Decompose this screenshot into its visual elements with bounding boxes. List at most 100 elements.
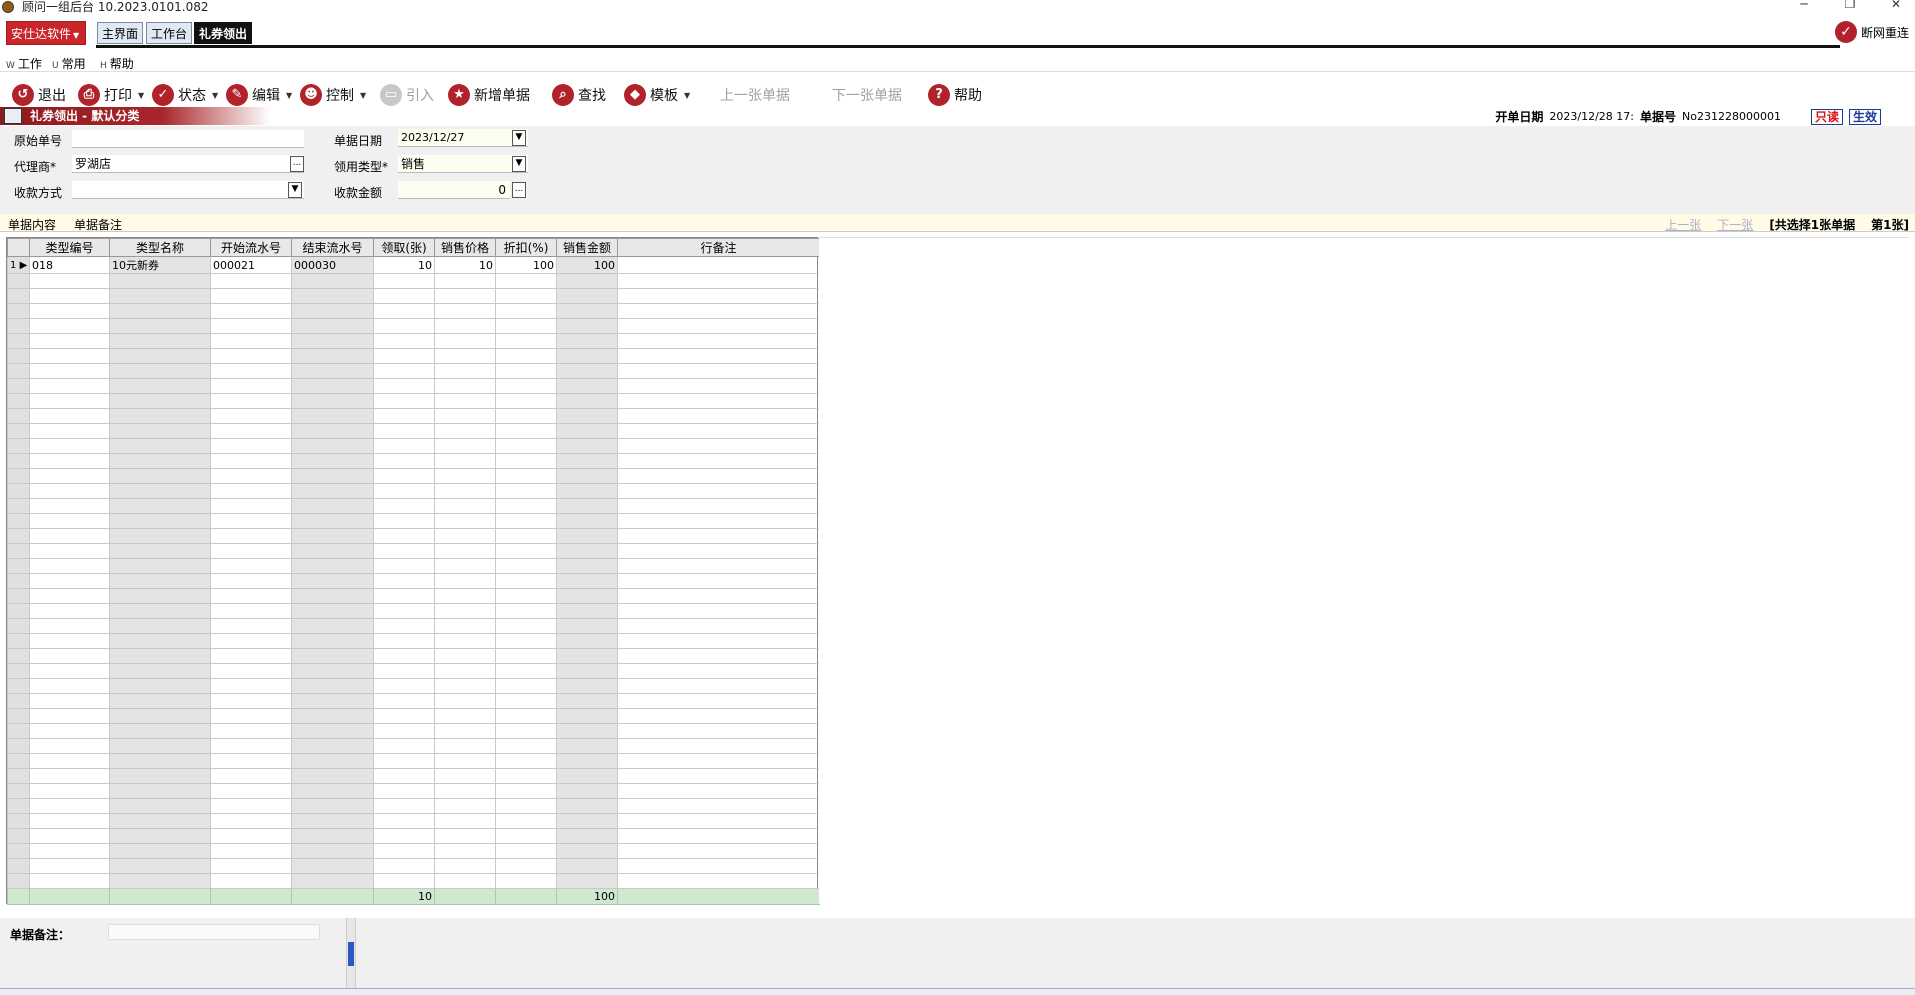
grid-cell[interactable] [109,783,211,799]
grid-cell[interactable] [29,768,110,784]
table-row[interactable] [7,288,820,304]
doc-remark-input[interactable] [108,924,320,940]
grid-cell[interactable] [291,618,374,634]
row-header[interactable] [7,678,30,694]
grid-cell[interactable] [495,708,557,724]
grid-cell[interactable] [373,813,435,829]
grid-cell[interactable] [291,558,374,574]
grid-cell[interactable] [495,333,557,349]
grid-cell[interactable] [373,318,435,334]
grid-cell[interactable] [373,738,435,754]
grid-cell[interactable] [495,678,557,694]
row-header[interactable] [7,378,30,394]
grid-cell[interactable] [373,453,435,469]
grid-cell[interactable] [29,528,110,544]
menu-help[interactable]: H 帮助 [100,55,134,72]
grid-cell[interactable] [291,633,374,649]
row-header[interactable] [7,708,30,724]
grid-cell[interactable] [291,528,374,544]
table-row[interactable] [7,273,820,289]
grid-cell[interactable] [29,678,110,694]
table-row[interactable] [7,648,820,664]
grid-cell[interactable] [617,723,820,739]
grid-cell[interactable] [434,498,496,514]
cell-end-no[interactable]: 000030 [291,256,374,274]
grid-cell[interactable] [617,453,820,469]
col-header-discount[interactable]: 折扣(%) [495,238,557,257]
grid-cell[interactable] [210,438,292,454]
grid-cell[interactable] [109,798,211,814]
grid-cell[interactable] [109,753,211,769]
grid-cell[interactable] [556,408,618,424]
grid-cell[interactable] [373,543,435,559]
grid-cell[interactable] [29,663,110,679]
grid-cell[interactable] [495,873,557,889]
next-record-link[interactable]: 下一张 [1717,216,1753,233]
grid-cell[interactable] [434,438,496,454]
cell-remark[interactable] [617,256,820,274]
grid-cell[interactable] [109,438,211,454]
grid-cell[interactable] [617,273,820,289]
grid-cell[interactable] [617,483,820,499]
grid-cell[interactable] [109,468,211,484]
grid-cell[interactable] [210,318,292,334]
table-row[interactable] [7,468,820,484]
table-row[interactable] [7,318,820,334]
grid-cell[interactable] [29,738,110,754]
grid-cell[interactable] [373,858,435,874]
grid-cell[interactable] [617,438,820,454]
tab-doc-remark[interactable]: 单据备注 [70,216,126,233]
grid-cell[interactable] [109,558,211,574]
grid-cell[interactable] [556,453,618,469]
grid-cell[interactable] [617,393,820,409]
grid-cell[interactable] [291,768,374,784]
grid-cell[interactable] [291,543,374,559]
grid-cell[interactable] [373,468,435,484]
grid-cell[interactable] [373,708,435,724]
grid-cell[interactable] [434,828,496,844]
menu-common[interactable]: U 常用 [52,55,86,72]
grid-cell[interactable] [495,318,557,334]
grid-cell[interactable] [434,618,496,634]
grid-cell[interactable] [556,333,618,349]
grid-cell[interactable] [29,273,110,289]
table-row[interactable] [7,573,820,589]
grid-cell[interactable] [291,438,374,454]
cell-qty[interactable]: 10 [373,256,435,274]
grid-cell[interactable] [617,573,820,589]
grid-cell[interactable] [291,333,374,349]
grid-cell[interactable] [109,663,211,679]
grid-cell[interactable] [210,813,292,829]
collapse-handle-icon[interactable] [348,942,354,966]
grid-cell[interactable] [210,363,292,379]
grid-cell[interactable] [29,813,110,829]
table-row[interactable] [7,873,820,889]
grid-cell[interactable] [617,693,820,709]
grid-cell[interactable] [291,318,374,334]
cell-type-no[interactable]: 018 [29,256,110,274]
row-header[interactable] [7,333,30,349]
grid-cell[interactable] [617,813,820,829]
grid-cell[interactable] [109,618,211,634]
grid-cell[interactable] [210,408,292,424]
grid-cell[interactable] [29,753,110,769]
grid-cell[interactable] [29,543,110,559]
grid-cell[interactable] [373,483,435,499]
grid-cell[interactable] [109,303,211,319]
grid-cell[interactable] [109,273,211,289]
grid-cell[interactable] [29,693,110,709]
grid-cell[interactable] [210,828,292,844]
grid-cell[interactable] [556,618,618,634]
edit-button[interactable]: ✎ 编辑 ▼ [226,82,292,108]
grid-cell[interactable] [617,378,820,394]
grid-cell[interactable] [291,723,374,739]
grid-cell[interactable] [434,468,496,484]
grid-cell[interactable] [29,513,110,529]
grid-cell[interactable] [434,723,496,739]
grid-cell[interactable] [434,483,496,499]
close-button[interactable]: ✕ [1884,0,1908,11]
grid-cell[interactable] [291,288,374,304]
grid-cell[interactable] [495,453,557,469]
grid-cell[interactable] [210,378,292,394]
tab-workbench[interactable]: 工作台 [146,22,193,44]
